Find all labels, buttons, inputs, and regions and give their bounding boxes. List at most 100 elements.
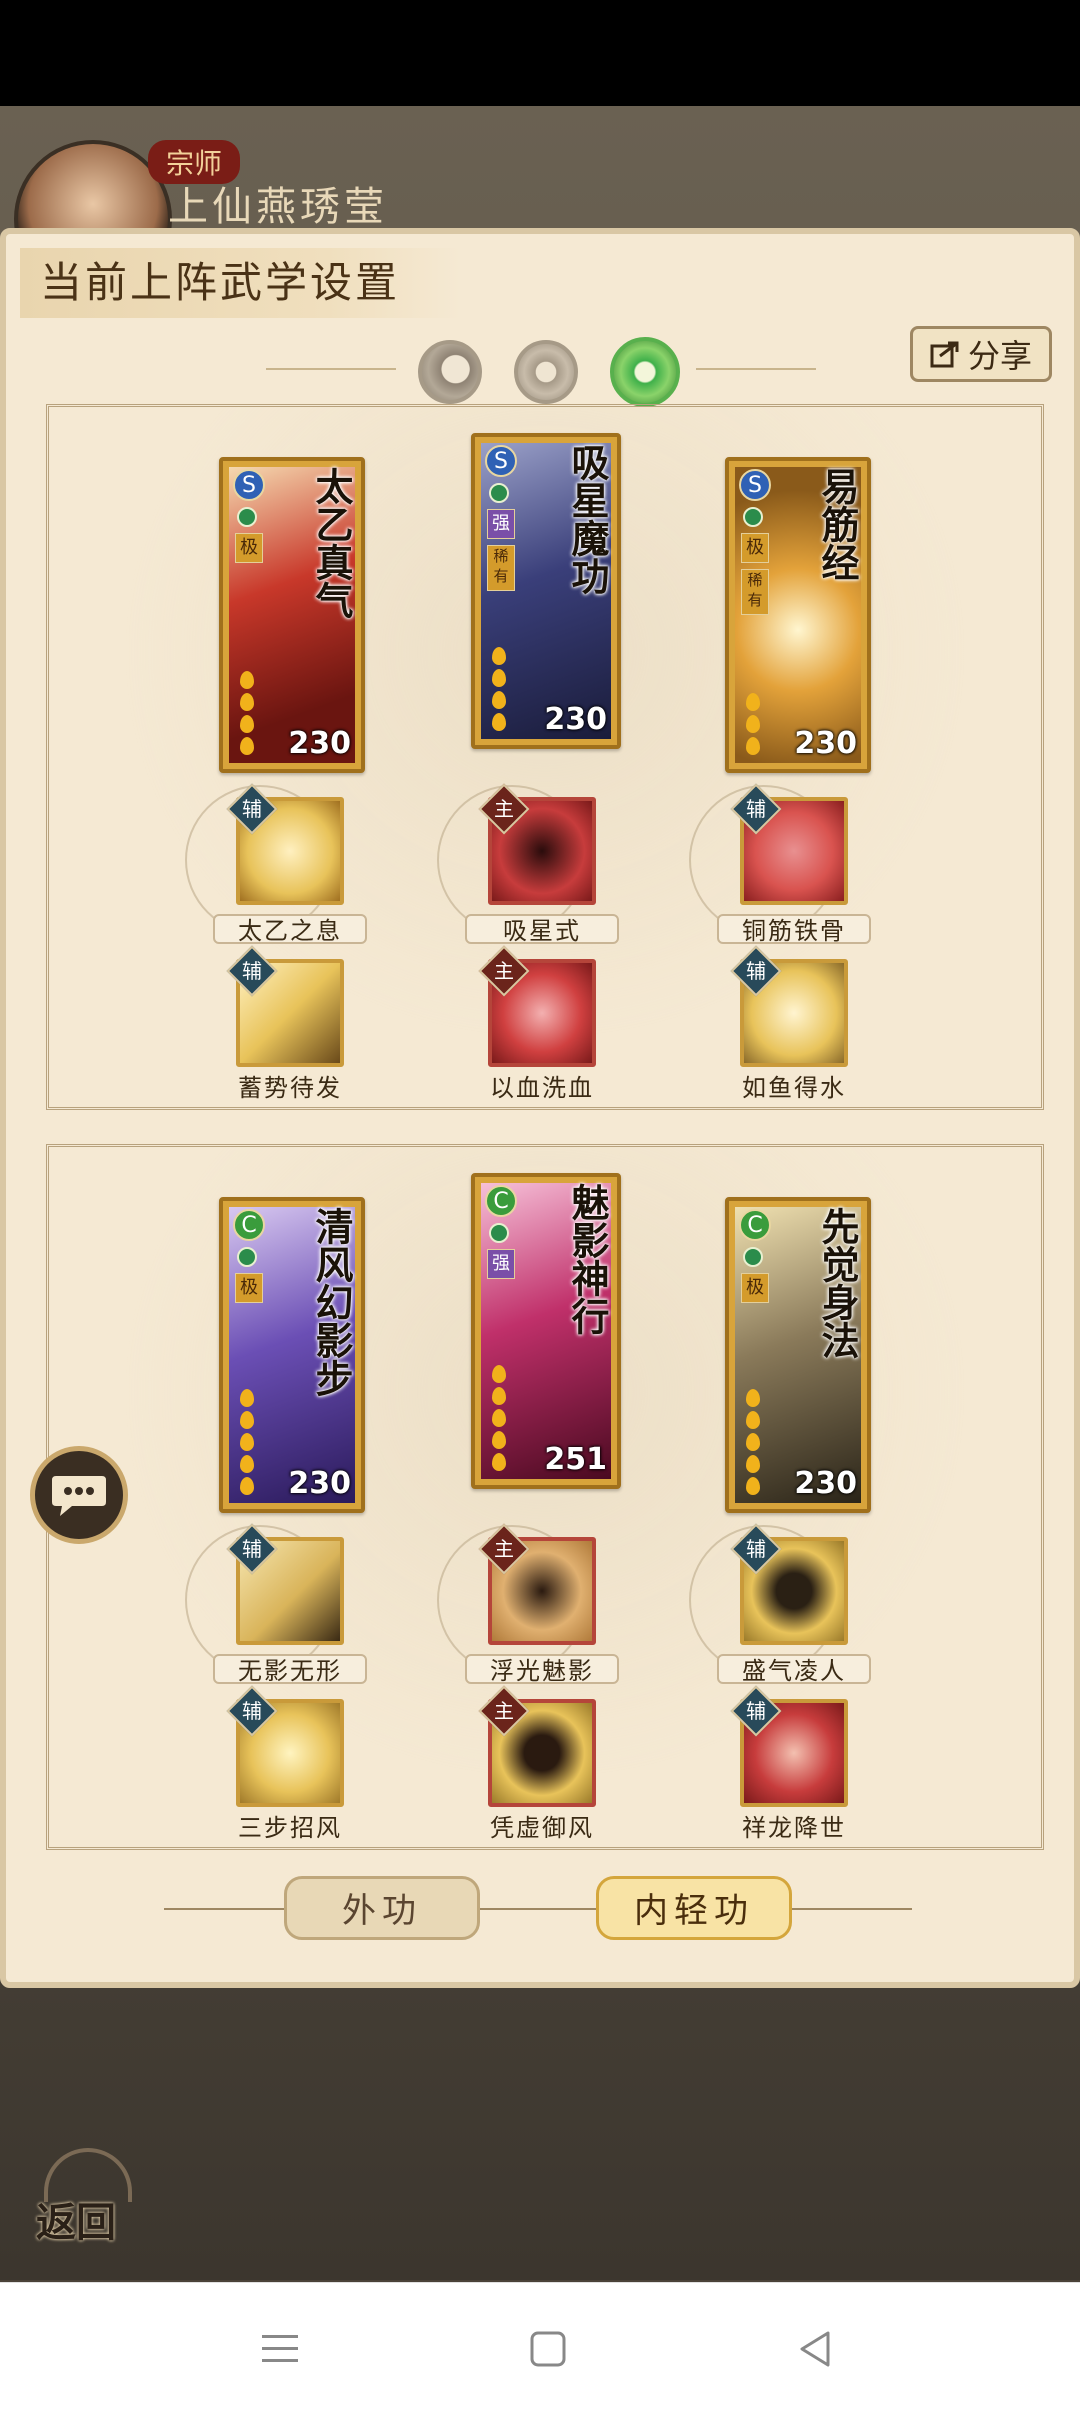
grade-badge: 极 <box>235 1273 263 1303</box>
martial-card[interactable]: C 极 先觉身法 230 <box>725 1197 871 1513</box>
skill-label: 蓄势待发 <box>238 1074 342 1102</box>
skill-icon[interactable]: 辅 <box>730 945 848 1067</box>
grade-badge: 极 <box>235 533 263 563</box>
card-title: 吸星魔功 <box>565 443 610 595</box>
card-title: 先觉身法 <box>815 1207 860 1359</box>
upgrade-gems <box>741 1387 765 1499</box>
divider-middle <box>480 1908 596 1910</box>
card-title: 易筋经 <box>815 467 860 581</box>
jade-orb-icon[interactable] <box>610 337 680 407</box>
card-power: 230 <box>288 1466 351 1501</box>
grade-badge: 极 <box>741 533 769 563</box>
tab-neiqinggong[interactable]: 内轻功 <box>596 1876 792 1940</box>
skill-icon[interactable]: 辅 <box>730 783 848 905</box>
school-icon: S <box>485 445 517 477</box>
tab-waigong[interactable]: 外功 <box>284 1876 480 1940</box>
card-power: 230 <box>794 726 857 761</box>
grade-badge: 强 <box>487 509 515 539</box>
skill-type-badge: 辅 <box>226 1685 278 1737</box>
skill-label: 以血洗血 <box>490 1074 594 1102</box>
skill-label: 浮光魅影 <box>465 1654 619 1685</box>
skill-icon[interactable]: 主 <box>478 1685 596 1807</box>
skill-icon[interactable]: 辅 <box>730 1523 848 1645</box>
martial-card[interactable]: S 强 稀有 吸星魔功 230 <box>471 433 621 749</box>
player-name: 上仙燕琇莹 <box>168 184 388 230</box>
element-dot <box>743 507 763 527</box>
panel-title: 当前上阵武学设置 <box>20 248 460 318</box>
skill-label: 凭虚御风 <box>490 1814 594 1842</box>
element-dot <box>237 1247 257 1267</box>
chat-button[interactable] <box>30 1446 128 1544</box>
card-power: 251 <box>544 1442 607 1477</box>
school-icon: C <box>739 1209 771 1241</box>
skill-label: 三步招风 <box>238 1814 342 1842</box>
skill-type-badge: 辅 <box>730 1685 782 1737</box>
back-button[interactable]: 返回 <box>26 2140 146 2250</box>
skill-icon[interactable]: 辅 <box>730 1685 848 1807</box>
menu-icon[interactable] <box>258 2327 302 2371</box>
skill-label: 无影无形 <box>213 1654 367 1685</box>
upgrade-gems <box>235 1387 259 1499</box>
skill-label: 祥龙降世 <box>742 1814 846 1842</box>
upgrade-gems <box>487 645 511 735</box>
skill-type-badge: 辅 <box>226 945 278 997</box>
divider-left <box>164 1908 284 1910</box>
sun-orb-icon[interactable] <box>514 340 578 404</box>
skill-type-badge: 主 <box>478 945 530 997</box>
back-nav-icon[interactable] <box>794 2327 838 2371</box>
android-nav-bar <box>0 2282 1080 2413</box>
card-title: 清风幻影步 <box>309 1207 354 1397</box>
skill-icon[interactable]: 辅 <box>226 945 344 1067</box>
skill-icon[interactable]: 主 <box>478 945 596 1067</box>
martial-card[interactable]: C 极 清风幻影步 230 <box>219 1197 365 1513</box>
share-icon <box>930 341 959 368</box>
card-title: 太乙真气 <box>309 467 354 619</box>
martial-card[interactable]: C 强 魅影神行 251 <box>471 1173 621 1489</box>
skill-type-badge: 主 <box>478 1685 530 1737</box>
bottom-tab-bar: 外功 内轻功 <box>164 1876 920 1946</box>
school-icon: S <box>233 469 265 501</box>
card-title: 魅影神行 <box>565 1183 610 1335</box>
element-dot <box>489 483 509 503</box>
upgrade-gems <box>741 691 765 759</box>
skill-icon[interactable]: 主 <box>478 783 596 905</box>
skill-icon[interactable]: 辅 <box>226 1523 344 1645</box>
grade-badge: 强 <box>487 1249 515 1279</box>
home-icon[interactable] <box>526 2327 570 2371</box>
school-icon: S <box>739 469 771 501</box>
status-bar <box>0 0 1080 106</box>
martial-settings-panel: 当前上阵武学设置 分享 S 极 太乙真气 230 S 强 稀有 吸星魔功 230… <box>0 228 1080 1988</box>
share-button[interactable]: 分享 <box>910 326 1052 382</box>
grade-badge: 极 <box>741 1273 769 1303</box>
skill-label: 如鱼得水 <box>742 1074 846 1102</box>
card-power: 230 <box>794 1466 857 1501</box>
skill-icon[interactable]: 主 <box>478 1523 596 1645</box>
mode-tab-row <box>266 324 816 414</box>
martial-card[interactable]: S 极 稀有 易筋经 230 <box>725 457 871 773</box>
skill-label: 太乙之息 <box>213 914 367 945</box>
card-power: 230 <box>288 726 351 761</box>
share-label: 分享 <box>967 337 1032 375</box>
chat-bubble-icon <box>52 1476 106 1516</box>
element-dot <box>489 1223 509 1243</box>
divider-left <box>266 368 396 370</box>
skill-icon[interactable]: 辅 <box>226 1685 344 1807</box>
skill-label: 盛气凌人 <box>717 1654 871 1685</box>
school-icon: C <box>485 1185 517 1217</box>
element-dot <box>237 507 257 527</box>
section-neigong: S 极 太乙真气 230 S 强 稀有 吸星魔功 230 S 极 稀有 易筋经 … <box>46 404 1044 1110</box>
upgrade-gems <box>235 669 259 759</box>
skill-type-badge: 辅 <box>730 945 782 997</box>
upgrade-gems <box>487 1363 511 1475</box>
rarity-badge: 稀有 <box>487 545 515 591</box>
school-icon: C <box>233 1209 265 1241</box>
divider-right <box>792 1908 912 1910</box>
moon-orb-icon[interactable] <box>418 340 482 404</box>
martial-card[interactable]: S 极 太乙真气 230 <box>219 457 365 773</box>
player-header: 宗师 上仙燕琇莹 <box>0 118 560 298</box>
card-power: 230 <box>544 702 607 737</box>
skill-label: 吸星式 <box>465 914 619 945</box>
back-label: 返回 <box>36 2199 116 2246</box>
divider-right <box>696 368 816 370</box>
skill-icon[interactable]: 辅 <box>226 783 344 905</box>
